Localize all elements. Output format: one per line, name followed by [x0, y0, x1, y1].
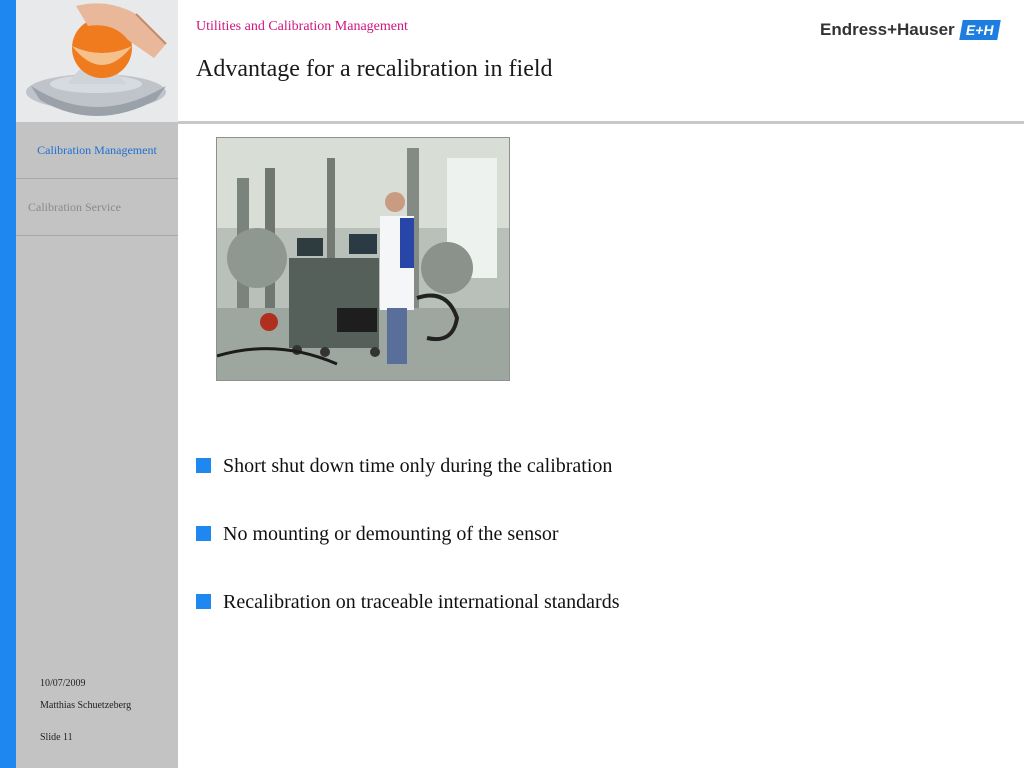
- bullet-text: Recalibration on traceable international…: [223, 591, 620, 613]
- sidebar-item-calibration-service[interactable]: Calibration Service: [16, 179, 178, 236]
- brand-mark-icon: E+H: [958, 20, 1001, 40]
- sidebar-item-label: Calibration Service: [28, 199, 121, 214]
- bullet-square-icon: [196, 526, 211, 541]
- section-subtitle: Utilities and Calibration Management: [196, 19, 408, 34]
- bullet-square-icon: [196, 458, 211, 473]
- list-item: Recalibration on traceable international…: [196, 591, 620, 659]
- sidebar-item-calibration-management[interactable]: Calibration Management: [16, 122, 178, 179]
- field-calibration-photo: [216, 137, 510, 381]
- bullet-text: No mounting or demounting of the sensor: [223, 523, 559, 545]
- sidebar-item-label: Calibration Management: [37, 142, 157, 157]
- list-item: No mounting or demounting of the sensor: [196, 523, 620, 591]
- slide-number: Slide 11: [40, 732, 73, 743]
- sidebar: Calibration Management Calibration Servi…: [16, 122, 178, 768]
- brand-name: Endress+Hauser: [820, 20, 955, 39]
- brand-logo: Endress+Hauser E+H: [820, 20, 1001, 40]
- bullet-square-icon: [196, 594, 211, 609]
- footer-date: 10/07/2009: [40, 678, 86, 689]
- bullet-text: Short shut down time only during the cal…: [223, 455, 613, 477]
- accent-stripe: [0, 0, 16, 768]
- bullet-list: Short shut down time only during the cal…: [196, 455, 620, 659]
- page-title: Advantage for a recalibration in field: [196, 56, 553, 82]
- footer-author: Matthias Schuetzeberg: [40, 700, 132, 711]
- orange-juicer-photo: [16, 0, 178, 122]
- list-item: Short shut down time only during the cal…: [196, 455, 620, 523]
- header-divider: [178, 121, 1024, 124]
